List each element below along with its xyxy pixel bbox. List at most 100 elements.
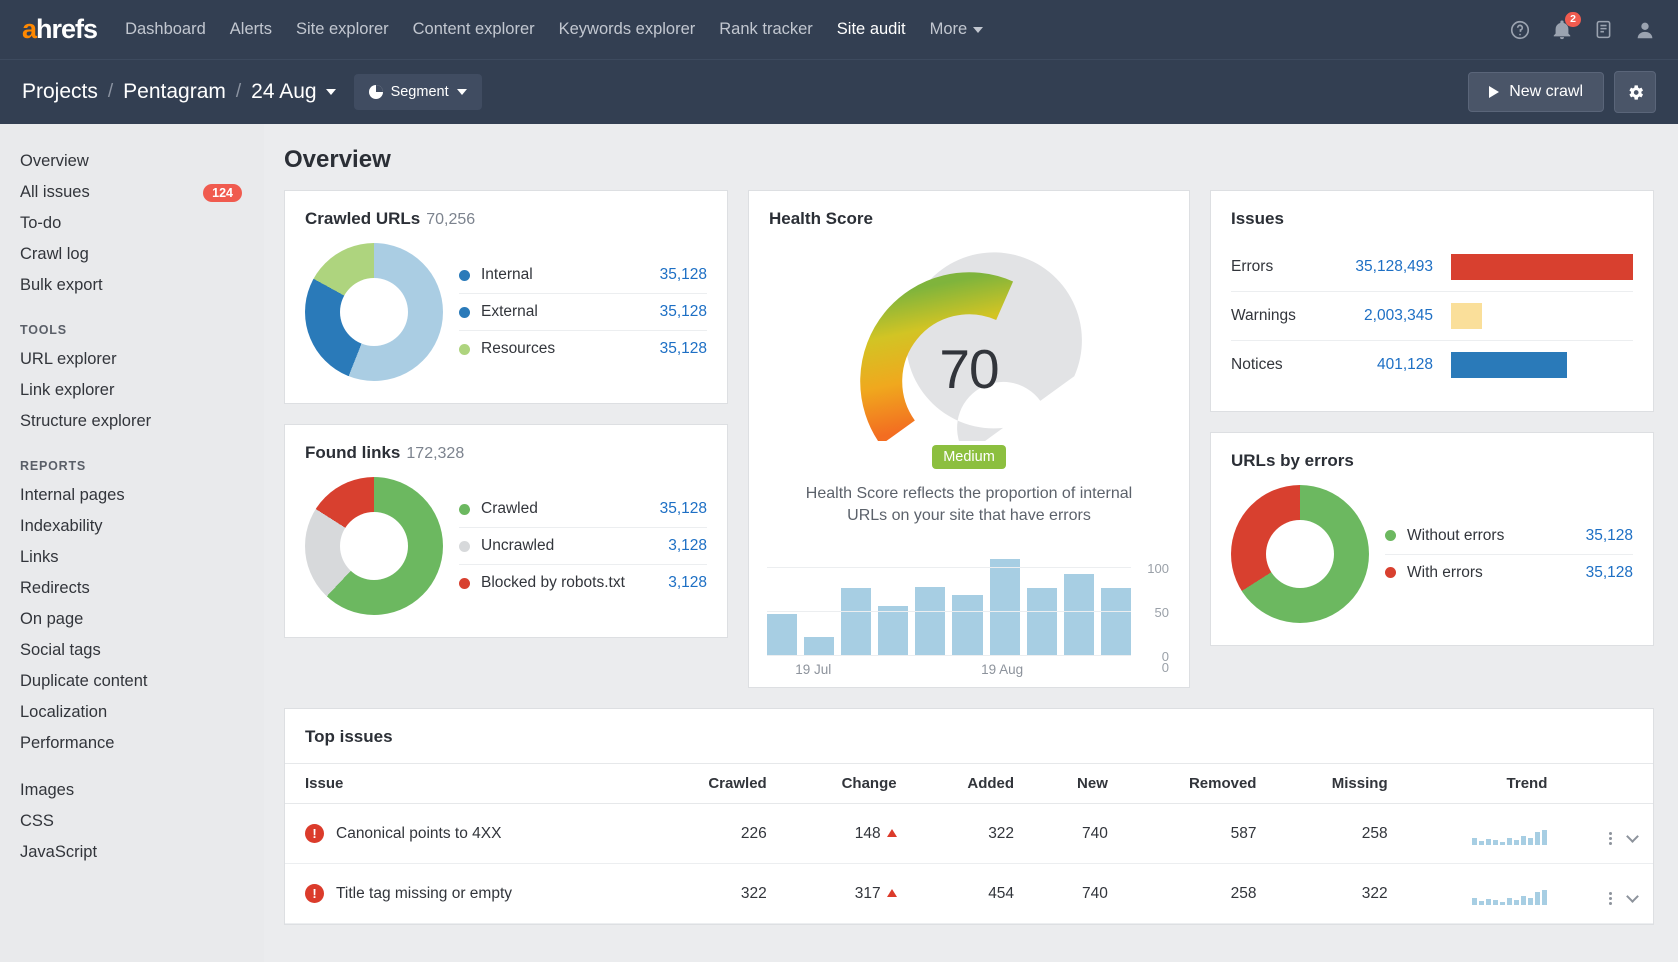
legend-row[interactable]: External35,128 — [459, 294, 707, 331]
history-bar[interactable] — [915, 587, 945, 657]
history-bar[interactable] — [767, 614, 797, 656]
column-header-missing[interactable]: Missing — [1272, 764, 1403, 804]
legend-value: 35,128 — [660, 266, 707, 284]
segment-button[interactable]: Segment — [354, 74, 482, 110]
sidebar-item-javascript[interactable]: JavaScript — [0, 837, 264, 868]
breadcrumb: Projects / Pentagram / 24 Aug — [22, 80, 336, 104]
breadcrumb-pentagram[interactable]: Pentagram — [123, 80, 226, 104]
column-header-removed[interactable]: Removed — [1124, 764, 1273, 804]
cell-change: 148 — [783, 804, 913, 864]
history-bar[interactable] — [1064, 574, 1094, 656]
table-row[interactable]: !Canonical points to 4XX2261483227405872… — [285, 804, 1653, 864]
column-header-change[interactable]: Change — [783, 764, 913, 804]
nav-link-rank-tracker[interactable]: Rank tracker — [719, 20, 813, 39]
urls-by-errors-body: Without errors35,128With errors35,128 — [1211, 471, 1653, 645]
chevron-down-icon[interactable] — [1626, 830, 1639, 843]
history-bar[interactable] — [990, 559, 1020, 656]
sidebar-item-url-explorer[interactable]: URL explorer — [0, 344, 264, 375]
nav-link-site-explorer[interactable]: Site explorer — [296, 20, 389, 39]
legend-row[interactable]: Internal35,128 — [459, 257, 707, 294]
nav-link-site-audit[interactable]: Site audit — [837, 20, 906, 39]
issues-bar-row[interactable]: Errors35,128,493 — [1231, 243, 1633, 292]
cell-actions — [1563, 864, 1653, 924]
sidebar-item-bulk-export[interactable]: Bulk export — [0, 270, 264, 301]
issues-bar-fill — [1451, 303, 1482, 329]
column-header-trend[interactable]: Trend — [1404, 764, 1564, 804]
nav-link-keywords-explorer[interactable]: Keywords explorer — [559, 20, 696, 39]
sidebar-item-indexability[interactable]: Indexability — [0, 511, 264, 542]
legend-color-dot — [459, 307, 470, 318]
column-header-crawled[interactable]: Crawled — [648, 764, 783, 804]
top-issues-body: !Canonical points to 4XX2261483227405872… — [285, 804, 1653, 924]
breadcrumb-date-dropdown[interactable]: 24 Aug — [251, 80, 335, 104]
sidebar-item-on-page[interactable]: On page — [0, 604, 264, 635]
history-bar[interactable] — [804, 637, 834, 656]
cell-change: 317 — [783, 864, 913, 924]
messages-icon[interactable] — [1593, 19, 1614, 40]
change-value: 317 — [855, 885, 881, 902]
trend-sparkline — [1472, 877, 1547, 905]
sidebar-item-link-explorer[interactable]: Link explorer — [0, 375, 264, 406]
history-bar[interactable] — [952, 595, 982, 657]
issues-bar-row[interactable]: Notices401,128 — [1231, 341, 1633, 389]
issues-bar-row[interactable]: Warnings2,003,345 — [1231, 292, 1633, 341]
sidebar-item-internal-pages[interactable]: Internal pages — [0, 480, 264, 511]
legend-row[interactable]: Crawled35,128 — [459, 491, 707, 528]
ahrefs-logo[interactable]: ahrefs — [22, 14, 97, 45]
sidebar-item-performance[interactable]: Performance — [0, 728, 264, 759]
sidebar-item-images[interactable]: Images — [0, 775, 264, 806]
sidebar-section-tools: TOOLS — [0, 301, 264, 344]
sidebar-item-to-do[interactable]: To-do — [0, 208, 264, 239]
chevron-down-icon[interactable] — [1626, 890, 1639, 903]
found-links-title: Found links — [305, 443, 400, 462]
column-header-added[interactable]: Added — [913, 764, 1030, 804]
sidebar-item-social-tags[interactable]: Social tags — [0, 635, 264, 666]
nav-link-dashboard[interactable]: Dashboard — [125, 20, 206, 39]
sidebar-item-label: Indexability — [20, 517, 103, 536]
column-header-issue[interactable]: Issue — [285, 764, 648, 804]
sidebar-item-links[interactable]: Links — [0, 542, 264, 573]
sidebar-item-structure-explorer[interactable]: Structure explorer — [0, 406, 264, 437]
history-bar[interactable] — [1101, 588, 1131, 656]
cell-new: 740 — [1030, 804, 1124, 864]
urls-by-errors-legend: Without errors35,128With errors35,128 — [1385, 518, 1633, 591]
nav-more-dropdown[interactable]: More — [930, 20, 984, 39]
row-menu-icon[interactable] — [1609, 832, 1612, 845]
y-axis-tick-label: 100 — [1147, 561, 1169, 576]
sidebar-item-css[interactable]: CSS — [0, 806, 264, 837]
help-icon[interactable] — [1509, 19, 1531, 41]
arrow-up-icon — [887, 829, 897, 837]
legend-row[interactable]: Uncrawled3,128 — [459, 528, 707, 565]
found-links-card: Found links172,328 Crawled35,128Uncrawle… — [284, 424, 728, 638]
legend-row[interactable]: With errors35,128 — [1385, 555, 1633, 591]
history-bar[interactable] — [841, 588, 871, 657]
legend-row[interactable]: Without errors35,128 — [1385, 518, 1633, 555]
sidebar-item-duplicate-content[interactable]: Duplicate content — [0, 666, 264, 697]
cell-removed: 587 — [1124, 804, 1273, 864]
health-score-description: Health Score reflects the proportion of … — [749, 469, 1189, 526]
history-bar[interactable] — [1027, 588, 1057, 656]
crawled-urls-legend: Internal35,128External35,128Resources35,… — [459, 257, 707, 367]
legend-row[interactable]: Blocked by robots.txt3,128 — [459, 565, 707, 601]
settings-button[interactable] — [1614, 71, 1656, 113]
sidebar-item-redirects[interactable]: Redirects — [0, 573, 264, 604]
sidebar-item-crawl-log[interactable]: Crawl log — [0, 239, 264, 270]
sidebar-item-localization[interactable]: Localization — [0, 697, 264, 728]
nav-link-alerts[interactable]: Alerts — [230, 20, 272, 39]
table-row[interactable]: !Title tag missing or empty3223174547402… — [285, 864, 1653, 924]
app-body: OverviewAll issues124To-doCrawl logBulk … — [0, 124, 1678, 962]
row-menu-icon[interactable] — [1609, 892, 1612, 905]
sidebar-item-overview[interactable]: Overview — [0, 146, 264, 177]
legend-row[interactable]: Resources35,128 — [459, 331, 707, 367]
legend-value: 3,128 — [668, 537, 707, 555]
nav-link-content-explorer[interactable]: Content explorer — [413, 20, 535, 39]
cell-actions — [1563, 804, 1653, 864]
project-sub-header: Projects / Pentagram / 24 Aug Segment Ne… — [0, 59, 1678, 124]
notifications-icon[interactable]: 2 — [1551, 19, 1573, 41]
user-account-icon[interactable] — [1634, 19, 1656, 41]
history-bar[interactable] — [878, 606, 908, 656]
sidebar-item-all-issues[interactable]: All issues124 — [0, 177, 264, 208]
breadcrumb-projects[interactable]: Projects — [22, 80, 98, 104]
column-header-new[interactable]: New — [1030, 764, 1124, 804]
new-crawl-button[interactable]: New crawl — [1468, 72, 1604, 112]
